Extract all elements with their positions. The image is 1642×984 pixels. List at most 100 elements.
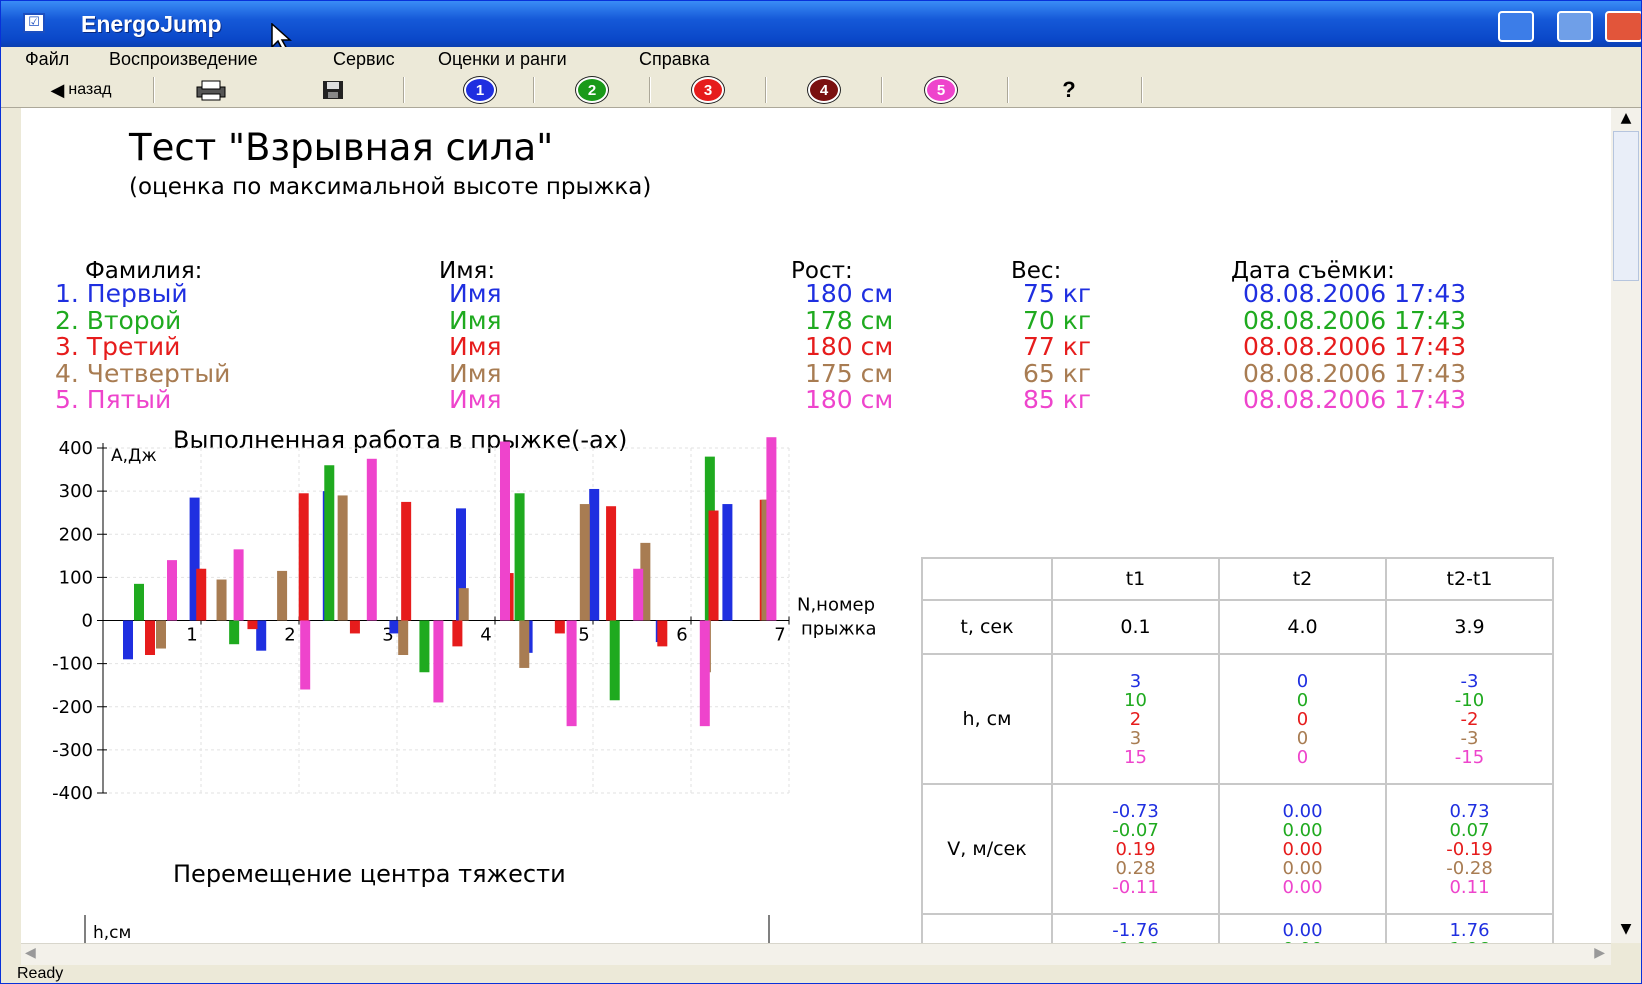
menu-playback[interactable]: Воспроизведение	[109, 49, 258, 70]
participant-height: 175 см	[805, 358, 894, 388]
horizontal-scrollbar[interactable]: ◀ ▶	[21, 943, 1611, 966]
back-button[interactable]: ◀ назад	[31, 77, 131, 103]
status-bar: Ready	[1, 965, 1641, 983]
bar-series-5	[366, 458, 377, 621]
cell-value: 0.11	[1449, 876, 1490, 898]
participant-date: 08.08.2006 17:43	[1243, 358, 1467, 388]
title-bar[interactable]: ☑ EnergoJump	[1, 1, 1641, 53]
athlete-4-button[interactable]: 4	[800, 77, 848, 103]
toolbar-separator	[153, 77, 155, 103]
toolbar-separator	[649, 77, 651, 103]
bar-series-4	[277, 570, 288, 621]
cell-value: -0.07	[1112, 819, 1159, 841]
scroll-left-icon[interactable]: ◀	[25, 945, 36, 961]
bar-series-4	[216, 579, 227, 621]
participant-surname: 2. Второй	[55, 305, 182, 335]
x-tick-label: 6	[676, 625, 687, 646]
participant-weight: 77 кг	[1023, 332, 1091, 361]
athlete-2-button[interactable]: 2	[568, 77, 616, 103]
bar-series-3	[145, 620, 155, 655]
row-label: V, м/сек	[921, 783, 1053, 915]
number-2-icon: 2	[576, 77, 608, 103]
cell-value: 15	[1124, 746, 1147, 768]
athlete-1-button[interactable]: 1	[456, 77, 504, 103]
cell-value: -3	[1460, 727, 1479, 749]
bar-series-4	[398, 620, 409, 655]
maximize-button[interactable]	[1557, 11, 1593, 42]
help-button[interactable]: ?	[1049, 77, 1089, 103]
cell-value: 0	[1296, 746, 1309, 768]
bar-series-3	[452, 620, 463, 647]
y-tick-label: 300	[59, 481, 93, 502]
toolbar-separator	[1141, 77, 1143, 103]
bar-series-3	[708, 510, 719, 621]
toolbar-separator	[1007, 77, 1009, 103]
menu-service[interactable]: Сервис	[333, 49, 395, 70]
cell-t2: 00000	[1218, 653, 1387, 785]
cell-value: 0.00	[1282, 857, 1323, 879]
cell-value: 0	[1296, 708, 1309, 730]
bar-series-3	[247, 620, 258, 630]
cell-dt: -3 -10 -2 -3 -15	[1385, 653, 1554, 785]
scroll-down-icon[interactable]: ▼	[1613, 921, 1639, 937]
bar-series-5	[167, 560, 177, 621]
number-4-icon: 4	[808, 77, 840, 103]
menu-help[interactable]: Справка	[639, 49, 710, 70]
participant-height: 180 см	[805, 279, 894, 308]
bar-series-3	[349, 620, 360, 634]
cell-value: 0.00	[1282, 800, 1323, 822]
cell-dt: 0.73 0.07 -0.19 -0.28 0.11	[1385, 783, 1554, 915]
scroll-right-icon[interactable]: ▶	[1594, 945, 1605, 961]
athlete-5-button[interactable]: 5	[917, 77, 965, 103]
menu-file[interactable]: Файл	[25, 49, 69, 70]
bar-series-3	[401, 501, 412, 621]
x-tick-label: 7	[774, 625, 785, 646]
cell-dt: 1.761.960.970.421.24	[1385, 913, 1554, 943]
bar-series-3	[606, 506, 617, 621]
y-tick-label: 100	[59, 567, 93, 588]
question-icon: ?	[1062, 77, 1076, 102]
participant-name: Имя	[449, 332, 502, 361]
report-view: Тест "Взрывная сила" (оценка по максимал…	[21, 108, 1611, 943]
table-corner	[921, 557, 1053, 601]
bar-series-1	[589, 488, 600, 621]
scroll-up-icon[interactable]: ▲	[1611, 110, 1641, 126]
y-tick-label: 200	[59, 524, 93, 545]
app-window: ☑ EnergoJump Файл Воспроизведение Сервис…	[0, 0, 1642, 984]
bar-series-2	[324, 465, 335, 621]
cell-value: -0.19	[1446, 838, 1493, 860]
athlete-3-button[interactable]: 3	[684, 77, 732, 103]
work-bar-chart: 400 300 200 100 0 -100 -200 -300 -400 А,Дж N,номер…	[52, 437, 877, 804]
bar-series-3	[298, 493, 309, 621]
participant-name: Имя	[449, 305, 502, 335]
participant-date: 08.08.2006 17:43	[1243, 305, 1467, 335]
participant-surname: 1. Первый	[55, 279, 188, 308]
vertical-scroll-thumb[interactable]	[1613, 131, 1639, 281]
bar-series-5	[500, 441, 510, 621]
cell-time-t1: 0.1	[1051, 599, 1220, 655]
bar-series-3	[554, 620, 565, 634]
app-icon[interactable]: ☑	[23, 13, 45, 33]
participant-height: 178 см	[805, 305, 894, 335]
bar-series-2	[134, 583, 144, 621]
cell-value: 0.07	[1449, 819, 1490, 841]
menu-ratings[interactable]: Оценки и ранги	[438, 49, 567, 70]
participant-weight: 70 кг	[1023, 305, 1091, 335]
bar-series-1	[722, 504, 733, 621]
toolbar-separator	[765, 77, 767, 103]
y-tick-label: -200	[52, 697, 93, 718]
toolbar-separator	[533, 77, 535, 103]
cell-value: 3	[1129, 727, 1142, 749]
cell-t1: -1.76-1.96-0.97-0.42-1.24	[1051, 913, 1220, 943]
print-button[interactable]	[191, 77, 231, 103]
participant-date: 08.08.2006 17:43	[1243, 385, 1467, 414]
column-header-dt: t2-t1	[1385, 557, 1554, 601]
save-button[interactable]	[313, 77, 353, 103]
bar-series-4	[579, 504, 590, 621]
report-subtitle: (оценка по максимальной высоте прыжка)	[129, 174, 652, 200]
arrow-left-icon: ◀	[50, 79, 65, 100]
bar-series-2	[229, 620, 240, 645]
minimize-button[interactable]	[1498, 11, 1534, 42]
number-5-icon: 5	[925, 77, 957, 103]
close-button[interactable]	[1605, 11, 1641, 42]
